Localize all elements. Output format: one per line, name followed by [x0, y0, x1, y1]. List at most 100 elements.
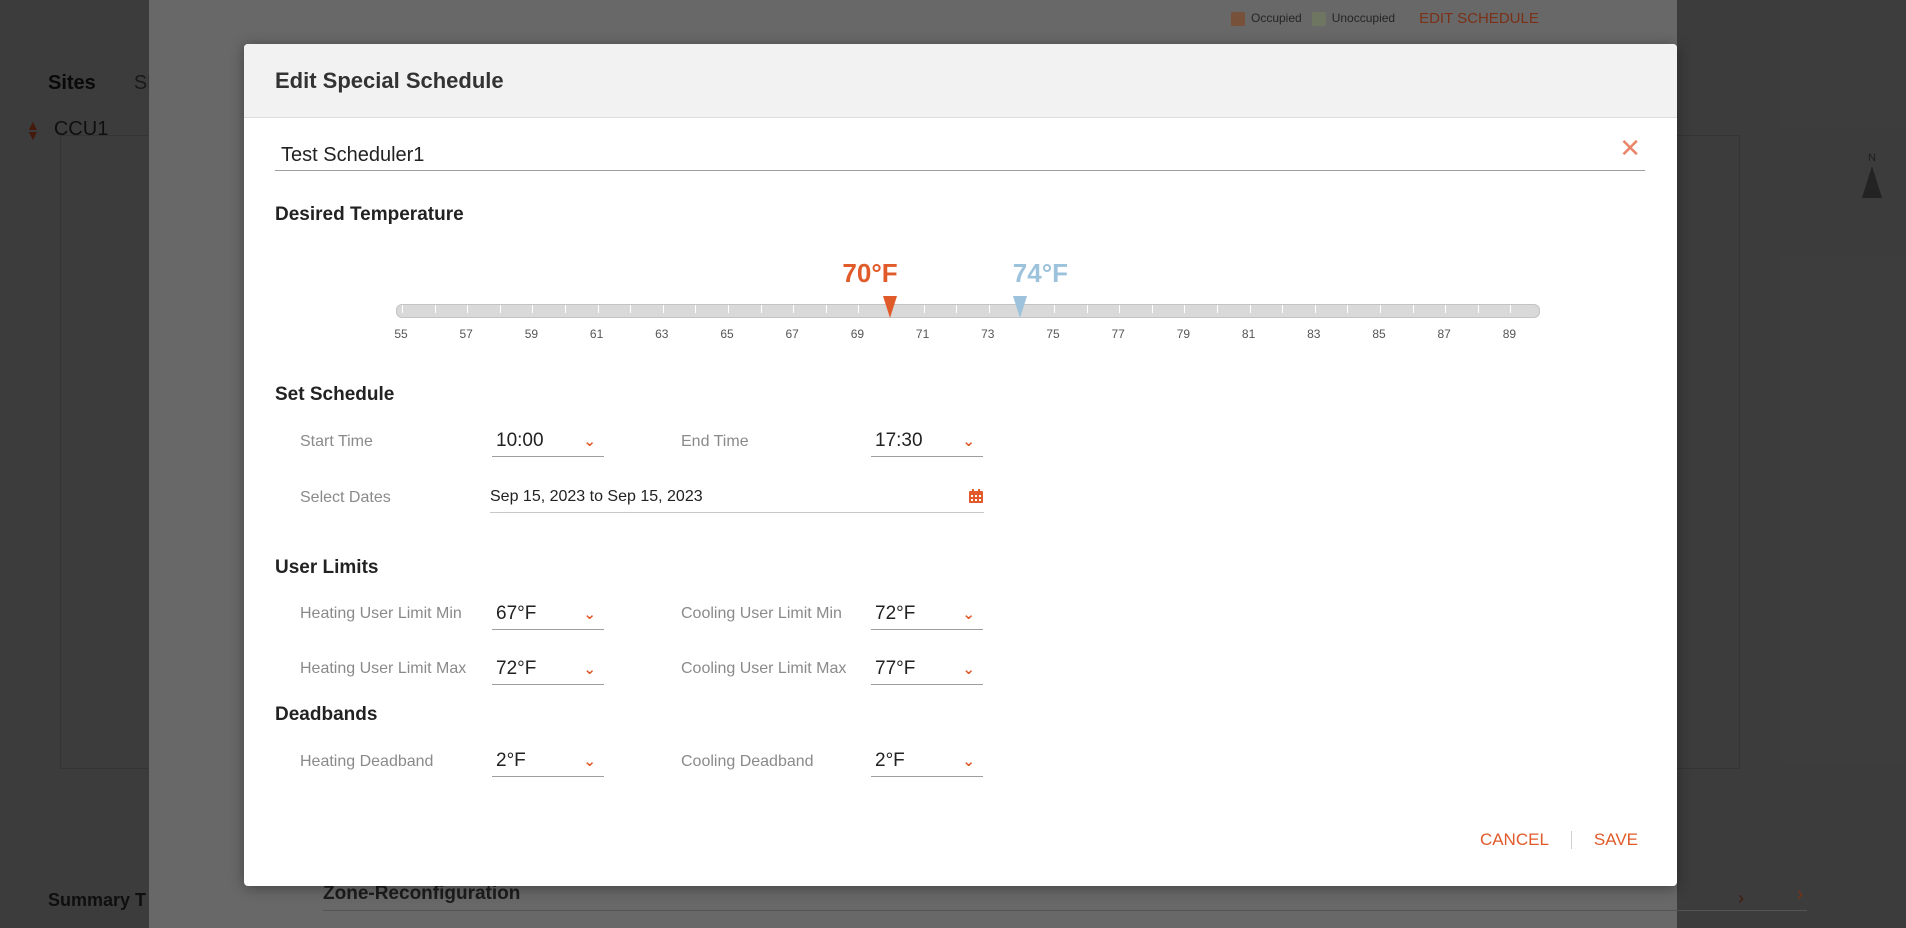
slider-tick: [1380, 305, 1381, 313]
slider-tick: [402, 305, 403, 313]
chevron-down-icon: ⌄: [583, 753, 596, 770]
start-time-label: Start Time: [300, 433, 373, 450]
heating-min-value: 67°F: [496, 603, 537, 624]
schedule-name-row: [275, 140, 1645, 171]
slider-tick: [728, 305, 729, 313]
slider-tick-label: 81: [1241, 327, 1256, 341]
slider-tick-label: 63: [655, 327, 669, 341]
heating-deadband-value: 2°F: [496, 750, 526, 771]
slider-tick: [825, 305, 827, 313]
slider-tick-label: 73: [981, 327, 995, 341]
slider-tick: [1445, 305, 1447, 313]
deadbands-title: Deadbands: [275, 704, 378, 725]
save-button[interactable]: SAVE: [1594, 830, 1638, 850]
slider-tick-label: 69: [850, 327, 865, 341]
cooling-deadband-label: Cooling Deadband: [681, 753, 814, 770]
heating-deadband-select[interactable]: 2°F ⌄: [492, 748, 604, 777]
heating-setpoint-label: 70°F: [842, 258, 898, 288]
heating-min-select[interactable]: 67°F ⌄: [492, 601, 604, 630]
start-time-select[interactable]: 10:00 ⌄: [492, 428, 604, 457]
footer-divider: [1570, 831, 1572, 849]
desired-temperature-title: Desired Temperature: [275, 204, 464, 225]
cooling-max-select[interactable]: 77°F ⌄: [871, 656, 983, 685]
heating-deadband-label: Heating Deadband: [300, 753, 434, 770]
slider-tick: [1477, 305, 1479, 313]
slider-tick-label: 79: [1176, 327, 1191, 341]
slider-tick: [858, 305, 860, 313]
slider-tick: [695, 305, 697, 313]
slider-tick: [467, 305, 469, 313]
slider-tick: [1282, 305, 1284, 313]
slider-tick: [565, 305, 566, 313]
slider-tick: [1054, 305, 1055, 313]
cooling-min-label: Cooling User Limit Min: [681, 605, 842, 622]
cancel-button[interactable]: CANCEL: [1480, 830, 1549, 850]
slider-tick-label: 75: [1046, 327, 1060, 341]
slider-tick: [988, 305, 990, 313]
calendar-icon[interactable]: [968, 488, 984, 509]
chevron-down-icon: ⌄: [962, 753, 975, 770]
schedule-name-input[interactable]: [275, 140, 1587, 171]
chevron-down-icon: ⌄: [962, 433, 975, 450]
slider-tick: [956, 305, 958, 313]
cooling-setpoint-label: 74°F: [1012, 258, 1068, 288]
slider-tick: [434, 305, 436, 313]
cooling-min-select[interactable]: 72°F ⌄: [871, 601, 983, 630]
end-time-select[interactable]: 17:30 ⌄: [871, 428, 983, 457]
slider-tick-label: 71: [915, 327, 930, 341]
slider-tick: [1314, 305, 1316, 313]
slider-tick-label: 55: [394, 327, 408, 341]
dialog-title: Edit Special Schedule: [275, 67, 504, 93]
slider-tick: [630, 305, 632, 313]
cooling-deadband-value: 2°F: [875, 750, 905, 771]
slider-tick: [597, 305, 599, 313]
end-time-label: End Time: [681, 433, 749, 450]
slider-tick: [1217, 305, 1218, 313]
slider-tick: [532, 305, 534, 313]
select-dates-label: Select Dates: [300, 489, 391, 506]
cooling-min-value: 72°F: [875, 603, 916, 624]
slider-tick-label: 67: [785, 327, 799, 341]
slider-tick: [1086, 305, 1088, 313]
close-icon[interactable]: ✕: [1619, 133, 1641, 164]
edit-special-schedule-dialog: Edit Special Schedule ✕ Desired Temperat…: [244, 44, 1677, 886]
cooling-setpoint-handle[interactable]: [1013, 296, 1028, 318]
slider-tick-label: 83: [1307, 327, 1321, 341]
slider-tick: [1119, 305, 1121, 313]
slider-tick-label: 85: [1372, 327, 1386, 341]
slider-tick: [793, 305, 795, 313]
end-time-value: 17:30: [875, 430, 923, 451]
slider-tick: [1543, 305, 1544, 313]
slider-tick: [1151, 305, 1153, 313]
slider-track[interactable]: [396, 304, 1544, 318]
date-range-picker[interactable]: Sep 15, 2023 to Sep 15, 2023: [490, 484, 984, 513]
heating-min-label: Heating User Limit Min: [300, 605, 462, 622]
slider-tick-label: 89: [1502, 327, 1517, 341]
slider-tick-label: 77: [1111, 327, 1125, 341]
heating-max-value: 72°F: [496, 658, 537, 679]
slider-tick-label: 57: [459, 327, 473, 341]
chevron-down-icon: ⌄: [583, 661, 596, 678]
slider-tick-label: 59: [524, 327, 539, 341]
cooling-max-value: 77°F: [875, 658, 916, 679]
slider-tick: [1249, 305, 1251, 313]
slider-tick: [1184, 305, 1186, 313]
chevron-down-icon: ⌄: [583, 433, 596, 450]
start-time-value: 10:00: [496, 430, 544, 451]
slider-tick: [1347, 305, 1349, 313]
cooling-deadband-select[interactable]: 2°F ⌄: [871, 748, 983, 777]
slider-tick: [760, 305, 762, 313]
heating-setpoint-handle[interactable]: [883, 296, 897, 318]
user-limits-title: User Limits: [275, 557, 379, 578]
heating-max-select[interactable]: 72°F ⌄: [492, 656, 604, 685]
chevron-down-icon: ⌄: [583, 606, 596, 623]
chevron-down-icon: ⌄: [962, 606, 975, 623]
dialog-header: Edit Special Schedule: [244, 44, 1677, 118]
date-range-value: Sep 15, 2023 to Sep 15, 2023: [490, 488, 703, 505]
slider-tick: [1412, 305, 1414, 313]
cooling-max-label: Cooling User Limit Max: [681, 660, 847, 677]
slider-tick: [499, 305, 501, 313]
slider-tick: [1510, 305, 1512, 313]
heating-max-label: Heating User Limit Max: [300, 660, 467, 677]
slider-tick: [923, 305, 925, 313]
